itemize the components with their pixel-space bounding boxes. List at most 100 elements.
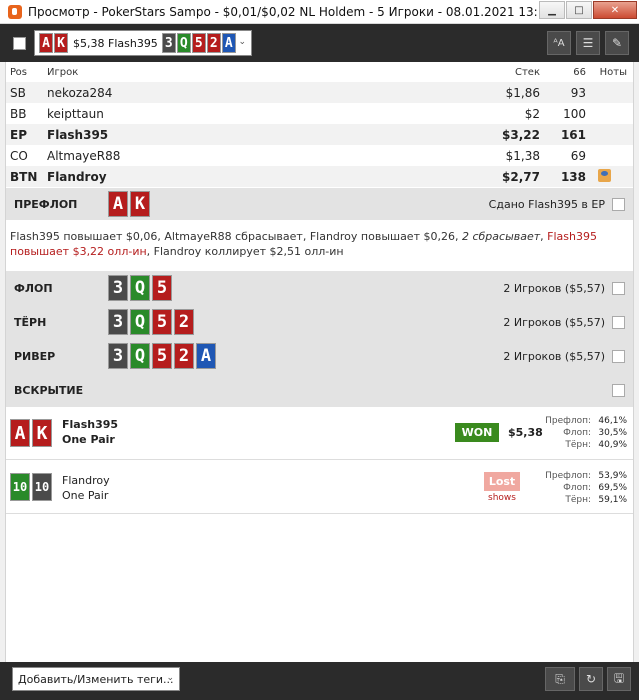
header-pos: Pos xyxy=(10,66,28,78)
equity-value: 40,9% xyxy=(598,440,627,450)
flop-cards: 3Q5 xyxy=(108,275,174,301)
preflop-cards: AK xyxy=(108,191,152,217)
preflop-checkbox[interactable] xyxy=(612,197,625,211)
equity-list: Префлоп: 53,9% Флоп: 69,5% Тёрн: 59,1% xyxy=(541,470,627,506)
player-name: AltmayeR88 xyxy=(47,148,121,163)
result-hand: One Pair xyxy=(62,489,109,502)
turn-info: 2 Игроков ($5,57) xyxy=(503,315,605,329)
equity-value: 59,1% xyxy=(598,495,627,505)
player-name: Flandroy xyxy=(47,169,107,184)
flop-info: 2 Игроков ($5,57) xyxy=(503,281,605,295)
player-stack: $3,22 xyxy=(502,127,540,142)
preflop-info: Сдано Flash395 в EP xyxy=(488,197,605,211)
flop-checkbox[interactable] xyxy=(612,281,625,295)
showdown-label: ВСКРЫТИЕ xyxy=(14,383,84,397)
equity-value: 53,9% xyxy=(598,471,627,481)
header-notes: Ноты xyxy=(599,66,627,78)
playing-card: K xyxy=(130,191,150,217)
result-row: AK Flash395 One Pair WON $5,38 Префлоп: 4… xyxy=(6,407,633,460)
action-text: , Flandroy коллирует $2,51 олл-ин xyxy=(146,245,344,258)
select-hand-checkbox[interactable] xyxy=(13,36,26,50)
equity-label: Флоп: xyxy=(563,483,591,493)
playing-card: 3 xyxy=(108,275,128,301)
edit-icon[interactable]: ✎ xyxy=(605,31,629,55)
copy-icon[interactable]: ⎘ xyxy=(545,667,575,691)
player-stack: $1,38 xyxy=(505,148,540,163)
player-name: Flash395 xyxy=(47,127,109,142)
playing-card: A xyxy=(39,33,53,53)
window-title: Просмотр - PokerStars Sampo - $0,01/$0,0… xyxy=(28,4,553,19)
player-pos: SB xyxy=(10,85,26,100)
header-bb: 66 xyxy=(573,66,586,78)
preflop-actions: Flash395 повышает $0,06, AltmayeR88 сбра… xyxy=(6,220,633,271)
equity-label: Тёрн: xyxy=(565,495,591,505)
river-checkbox[interactable] xyxy=(612,349,625,363)
table-row[interactable]: BB keipttaun $2 100 xyxy=(6,103,633,124)
player-pos: BTN xyxy=(10,169,38,184)
title-bar: Просмотр - PokerStars Sampo - $0,01/$0,0… xyxy=(0,0,639,24)
result-player-name: Flandroy xyxy=(62,474,110,487)
player-bb: 93 xyxy=(570,85,586,100)
turn-checkbox[interactable] xyxy=(612,315,625,329)
table-row[interactable]: CO AltmayeR88 $1,38 69 xyxy=(6,145,633,166)
close-icon[interactable]: ✕ xyxy=(593,1,637,19)
hand-dropdown[interactable]: AK $5,38 Flash395 3Q52A ⌄ xyxy=(34,30,252,56)
lost-badge: Lost xyxy=(484,472,520,491)
refresh-icon[interactable]: ↻ xyxy=(579,667,603,691)
app-logo-icon xyxy=(8,4,22,19)
won-badge: WON xyxy=(455,423,499,442)
action-text: 2 сбрасывает xyxy=(461,230,541,243)
playing-card: 3 xyxy=(108,309,128,335)
river-cards: 3Q52A xyxy=(108,343,218,369)
result-cards: AK xyxy=(10,419,54,447)
right-frame xyxy=(633,62,639,662)
player-bb: 69 xyxy=(570,148,586,163)
table-row[interactable]: EP Flash395 $3,22 161 xyxy=(6,124,633,145)
playing-card: K xyxy=(54,33,68,53)
table-row[interactable]: BTN Flandroy $2,77 138 xyxy=(6,166,633,187)
hand-cards: AK xyxy=(39,33,69,53)
preflop-section: ПРЕФЛОП AK Сдано Flash395 в EP xyxy=(6,188,633,220)
playing-card: K xyxy=(32,419,52,447)
content-empty-area xyxy=(6,514,633,662)
playing-card: A xyxy=(196,343,216,369)
playing-card: 5 xyxy=(152,343,172,369)
player-bb: 138 xyxy=(560,169,586,184)
action-text: Flash395 повышает $0,06, AltmayeR88 сбра… xyxy=(10,230,462,243)
equity-value: 30,5% xyxy=(598,428,627,438)
table-row[interactable]: SB nekoza284 $1,86 93 xyxy=(6,82,633,103)
flop-section: ФЛОП 3Q5 2 Игроков ($5,57) xyxy=(6,271,633,305)
minimize-icon[interactable]: ▁ xyxy=(539,1,565,19)
players-table: Pos Игрок Стек 66 Ноты SB nekoza284 $1,8… xyxy=(6,62,633,187)
window-controls: ▁ □ ✕ xyxy=(538,1,637,19)
player-name: keipttaun xyxy=(47,106,104,121)
tag-dropdown[interactable]: Добавить/Изменить теги... ⌄ xyxy=(12,667,180,691)
equity-label: Флоп: xyxy=(563,428,591,438)
player-note-icon[interactable] xyxy=(598,169,611,182)
player-bb: 161 xyxy=(560,127,586,142)
result-player-name: Flash395 xyxy=(62,418,119,431)
showdown-section: ВСКРЫТИЕ xyxy=(6,373,633,407)
player-stack: $1,86 xyxy=(505,85,540,100)
playing-card: 2 xyxy=(206,33,221,53)
list-icon[interactable]: ☰ xyxy=(576,31,600,55)
player-name: nekoza284 xyxy=(47,85,113,100)
playing-card: 3 xyxy=(108,343,128,369)
playing-card: 5 xyxy=(152,309,172,335)
footer-bar: Добавить/Изменить теги... ⌄ ⎘ ↻ 🖫 xyxy=(0,662,639,700)
equity-value: 46,1% xyxy=(598,416,627,426)
font-size-icon[interactable]: ᴬA xyxy=(547,31,571,55)
playing-card: Q xyxy=(130,275,150,301)
maximize-icon[interactable]: □ xyxy=(566,1,592,19)
playing-card: A xyxy=(10,419,30,447)
player-stack: $2 xyxy=(524,106,540,121)
preflop-label: ПРЕФЛОП xyxy=(14,197,78,211)
win-amount: $5,38 xyxy=(508,426,543,439)
playing-card: Q xyxy=(130,309,150,335)
player-stack: $2,77 xyxy=(502,169,540,184)
playing-card: 3 xyxy=(161,33,176,53)
showdown-checkbox[interactable] xyxy=(612,383,625,397)
playing-card: 2 xyxy=(174,309,194,335)
playing-card: 2 xyxy=(174,343,194,369)
save-icon[interactable]: 🖫 xyxy=(607,667,631,691)
